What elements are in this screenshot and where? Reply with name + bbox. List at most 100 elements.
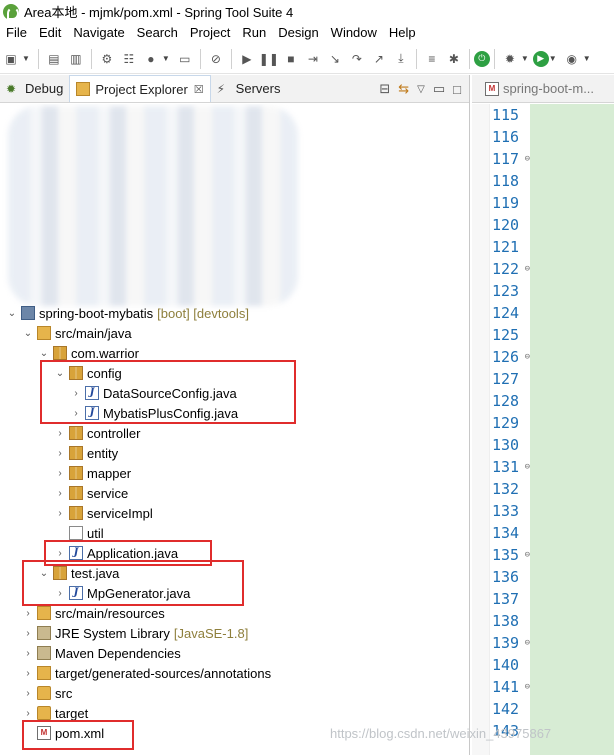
chevron-right-icon[interactable]: › [22,688,34,699]
menu-design[interactable]: Design [272,23,324,43]
fold-toggle-icon[interactable]: ⊖ [525,676,530,698]
fold-toggle-icon[interactable]: ⊖ [525,346,530,368]
terminal-icon[interactable]: ▭ [176,50,194,68]
new-icon[interactable]: ▣ [2,50,20,68]
menu-file[interactable]: File [0,23,33,43]
fold-toggle-icon[interactable]: ⊖ [525,544,530,566]
chevron-right-icon[interactable]: › [22,708,34,719]
line-number: 139 ⊖ [492,632,530,654]
menu-run[interactable]: Run [236,23,272,43]
tree-item-controller[interactable]: › controller [54,423,140,443]
chevron-down-icon[interactable]: ⌄ [38,348,50,359]
tree-item-src-main-java[interactable]: ⌄ src/main/java [22,323,132,343]
tree-item-jre-library[interactable]: › JRE System Library [JavaSE-1.8] [22,623,248,643]
maximize-icon[interactable]: □ [453,82,461,97]
external-tools-icon[interactable]: ◉ [563,50,581,68]
menu-navigate[interactable]: Navigate [67,23,130,43]
step-into-icon[interactable]: ↘ [326,50,344,68]
fold-toggle-icon[interactable]: ⊖ [525,456,530,478]
debug-icon[interactable]: ✹ [501,50,519,68]
chevron-right-icon[interactable]: › [22,608,34,619]
package-icon [69,466,83,480]
line-number: 130 [492,436,520,454]
chevron-down-icon[interactable]: ⌄ [6,308,18,319]
disconnect-icon[interactable]: ⇥ [304,50,322,68]
build-icon[interactable]: ⚙ [98,50,116,68]
editor-body[interactable]: 115 116 117 ⊖ 118 119 120 121 122 ⊖ 123 124 125 126 ⊖ 1… [472,104,614,755]
line-number: 118 [492,172,520,190]
user-icon[interactable]: ● [142,50,160,68]
run-dropdown-icon[interactable]: ▼ [549,54,557,63]
boot-dashboard-icon[interactable]: ⏻ [473,50,490,67]
save-icon[interactable]: ▤ [45,50,63,68]
drop-to-frame-icon[interactable]: ⤓ [392,50,410,68]
step-over-icon[interactable]: ↷ [348,50,366,68]
save-all-icon[interactable]: ▥ [67,50,85,68]
tree-item-target-generated[interactable]: › target/generated-sources/annotations [22,663,271,683]
debug-dropdown-icon[interactable]: ▼ [521,54,529,63]
tree-item-maven-dependencies[interactable]: › Maven Dependencies [22,643,180,663]
tab-servers[interactable]: ⚡ Servers [211,75,287,102]
editor-gutter [472,104,490,755]
close-icon[interactable]: ☒ [194,83,204,96]
line-number: 129 [492,414,520,432]
line-number: 134 [492,524,520,542]
library-icon [37,646,51,660]
chevron-right-icon[interactable]: › [54,488,66,499]
toggle-mark-icon[interactable]: ≡ [423,50,441,68]
minimize-icon[interactable]: ▭ [433,81,445,97]
user-dropdown-icon[interactable]: ▼ [162,54,170,63]
chevron-right-icon[interactable]: › [22,628,34,639]
window-title: Area本地 - mjmk/pom.xml - Spring Tool Suit… [24,5,294,20]
tree-item-project[interactable]: ⌄ spring-boot-mybatis [boot] [devtools] [6,303,249,323]
menu-edit[interactable]: Edit [33,23,67,43]
external-tools-dropdown-icon[interactable]: ▼ [583,54,591,63]
tab-debug[interactable]: ✹ Debug [0,75,69,102]
line-number: 116 [492,128,520,146]
editor-tab[interactable]: M spring-boot-m... [472,75,614,103]
line-number: 124 [492,304,520,322]
tree-item-mapper[interactable]: › mapper [54,463,131,483]
line-number: 140 [492,656,520,674]
menu-help[interactable]: Help [383,23,422,43]
chevron-right-icon[interactable]: › [54,428,66,439]
link-with-editor-icon[interactable]: ⇆ [398,81,409,97]
suspend-icon[interactable]: ❚❚ [259,50,279,68]
view-menu-icon[interactable]: ▽ [417,84,425,95]
fold-toggle-icon[interactable]: ⊖ [525,148,530,170]
step-return-icon[interactable]: ↗ [370,50,388,68]
tree-item-label: src/main/java [55,325,132,341]
chevron-down-icon[interactable]: ⌄ [22,328,34,339]
tree-item-src[interactable]: › src [22,683,72,703]
new-dropdown-icon[interactable]: ▼ [22,54,30,63]
chevron-right-icon[interactable]: › [54,448,66,459]
chevron-right-icon[interactable]: › [54,468,66,479]
line-number: 131 ⊖ [492,456,530,478]
source-folder-icon [37,666,51,680]
tree-item-service[interactable]: › service [54,483,128,503]
collapse-all-icon[interactable]: ⊟ [379,81,390,97]
terminate-icon[interactable]: ■ [282,50,300,68]
tree-item-entity[interactable]: › entity [54,443,118,463]
run-icon[interactable]: ▶ [532,50,549,67]
fold-toggle-icon[interactable]: ⊖ [525,258,530,280]
toolbar-separator [199,48,201,69]
editor-text-area[interactable] [530,104,614,755]
menu-window[interactable]: Window [325,23,383,43]
chevron-right-icon[interactable]: › [54,508,66,519]
resume-icon[interactable]: ▶ [238,50,256,68]
spring-icon[interactable]: ✱ [445,50,463,68]
line-number: 121 [492,238,520,256]
debug-icon: ✹ [6,81,17,96]
chevron-right-icon[interactable]: › [22,648,34,659]
fold-toggle-icon[interactable]: ⊖ [525,632,530,654]
tasks-icon[interactable]: ☷ [120,50,138,68]
chevron-right-icon[interactable]: › [22,668,34,679]
skip-breakpoints-icon[interactable]: ⊘ [207,50,225,68]
menu-search[interactable]: Search [131,23,184,43]
tree-item-src-main-resources[interactable]: › src/main/resources [22,603,164,623]
menu-project[interactable]: Project [184,23,236,43]
title-bar: Area本地 - mjmk/pom.xml - Spring Tool Suit… [0,0,614,23]
tab-project-explorer[interactable]: Project Explorer ☒ [69,75,211,102]
tree-item-service-impl[interactable]: › serviceImpl [54,503,152,523]
